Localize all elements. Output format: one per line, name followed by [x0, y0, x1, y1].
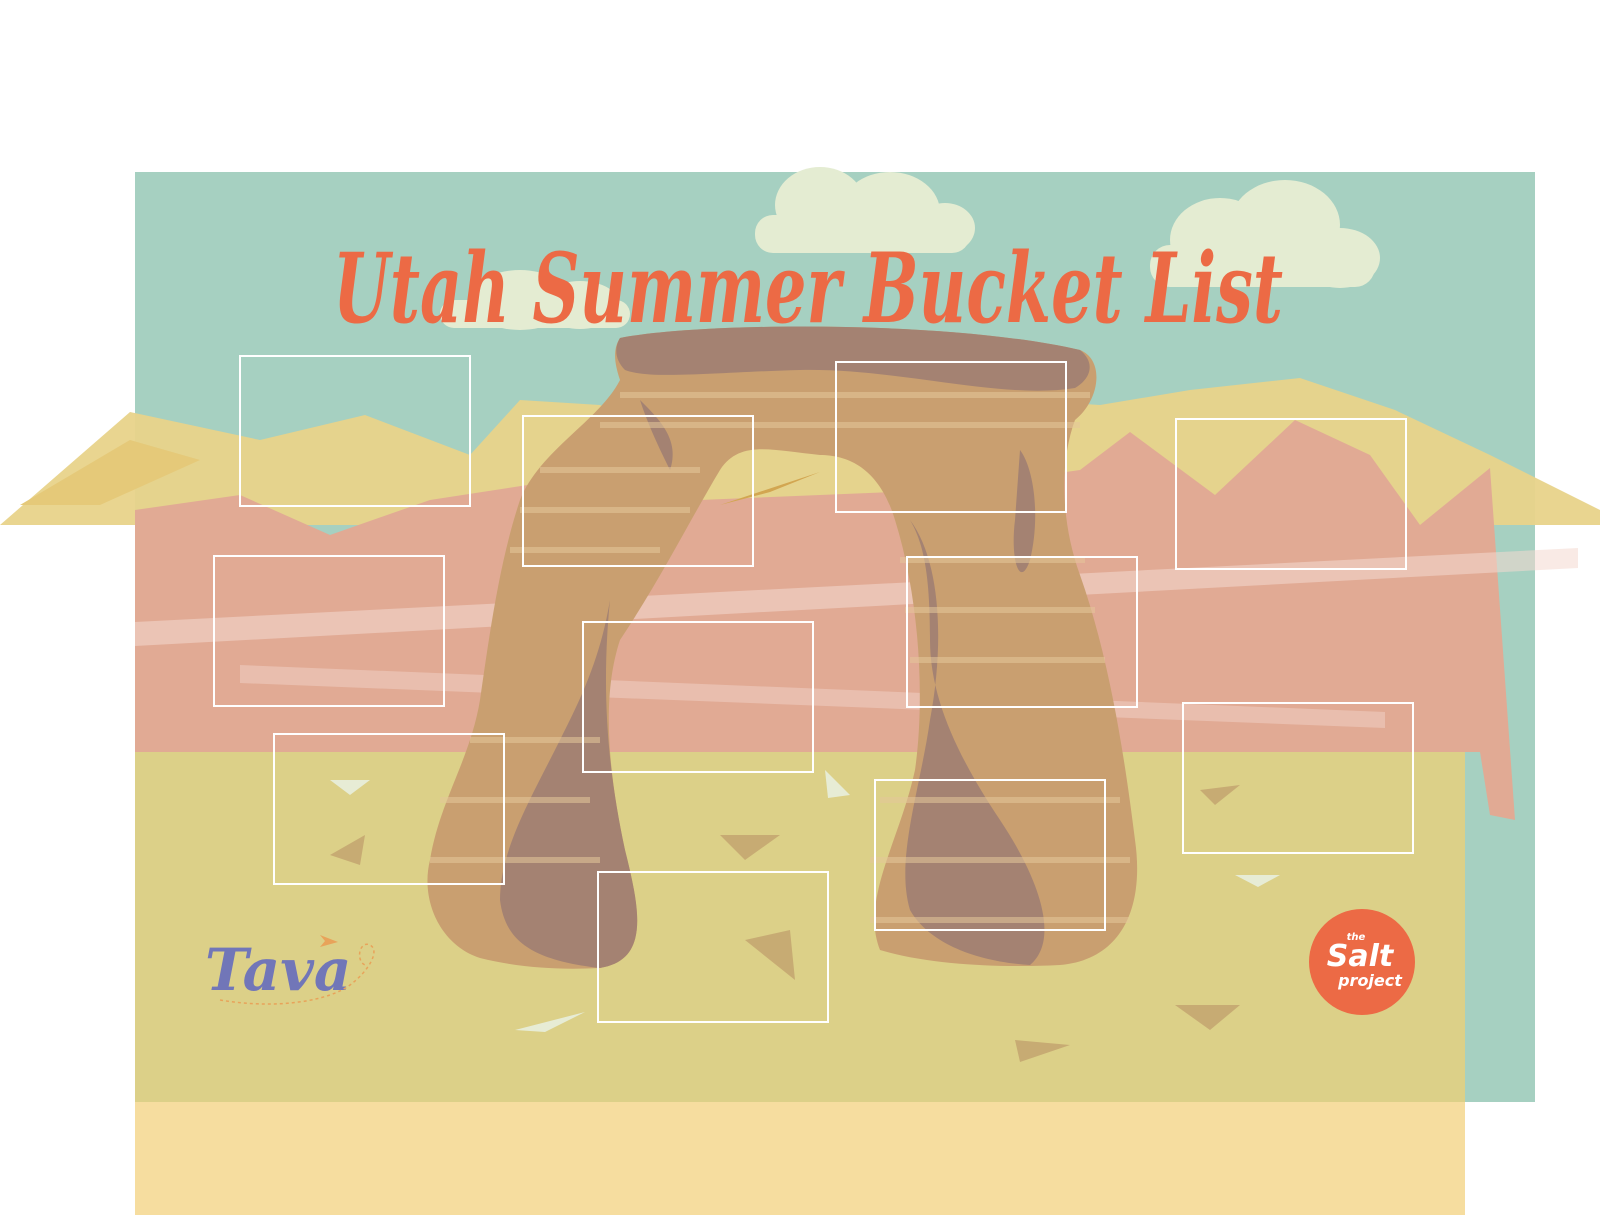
salt-sub-text: project	[1337, 971, 1403, 990]
bucket-list-poster: Utah Summer Bucket List Tava the Salt pr…	[0, 167, 1600, 1215]
ground	[135, 752, 1465, 1102]
tava-logo: Tava	[205, 935, 375, 1005]
salt-main-text: Salt	[1327, 939, 1395, 974]
page-title: Utah Summer Bucket List	[333, 232, 1283, 345]
ground-bottom	[135, 1102, 1465, 1215]
salt-project-logo: the Salt project	[1309, 909, 1415, 1015]
tava-logo-text: Tava	[205, 936, 351, 1004]
